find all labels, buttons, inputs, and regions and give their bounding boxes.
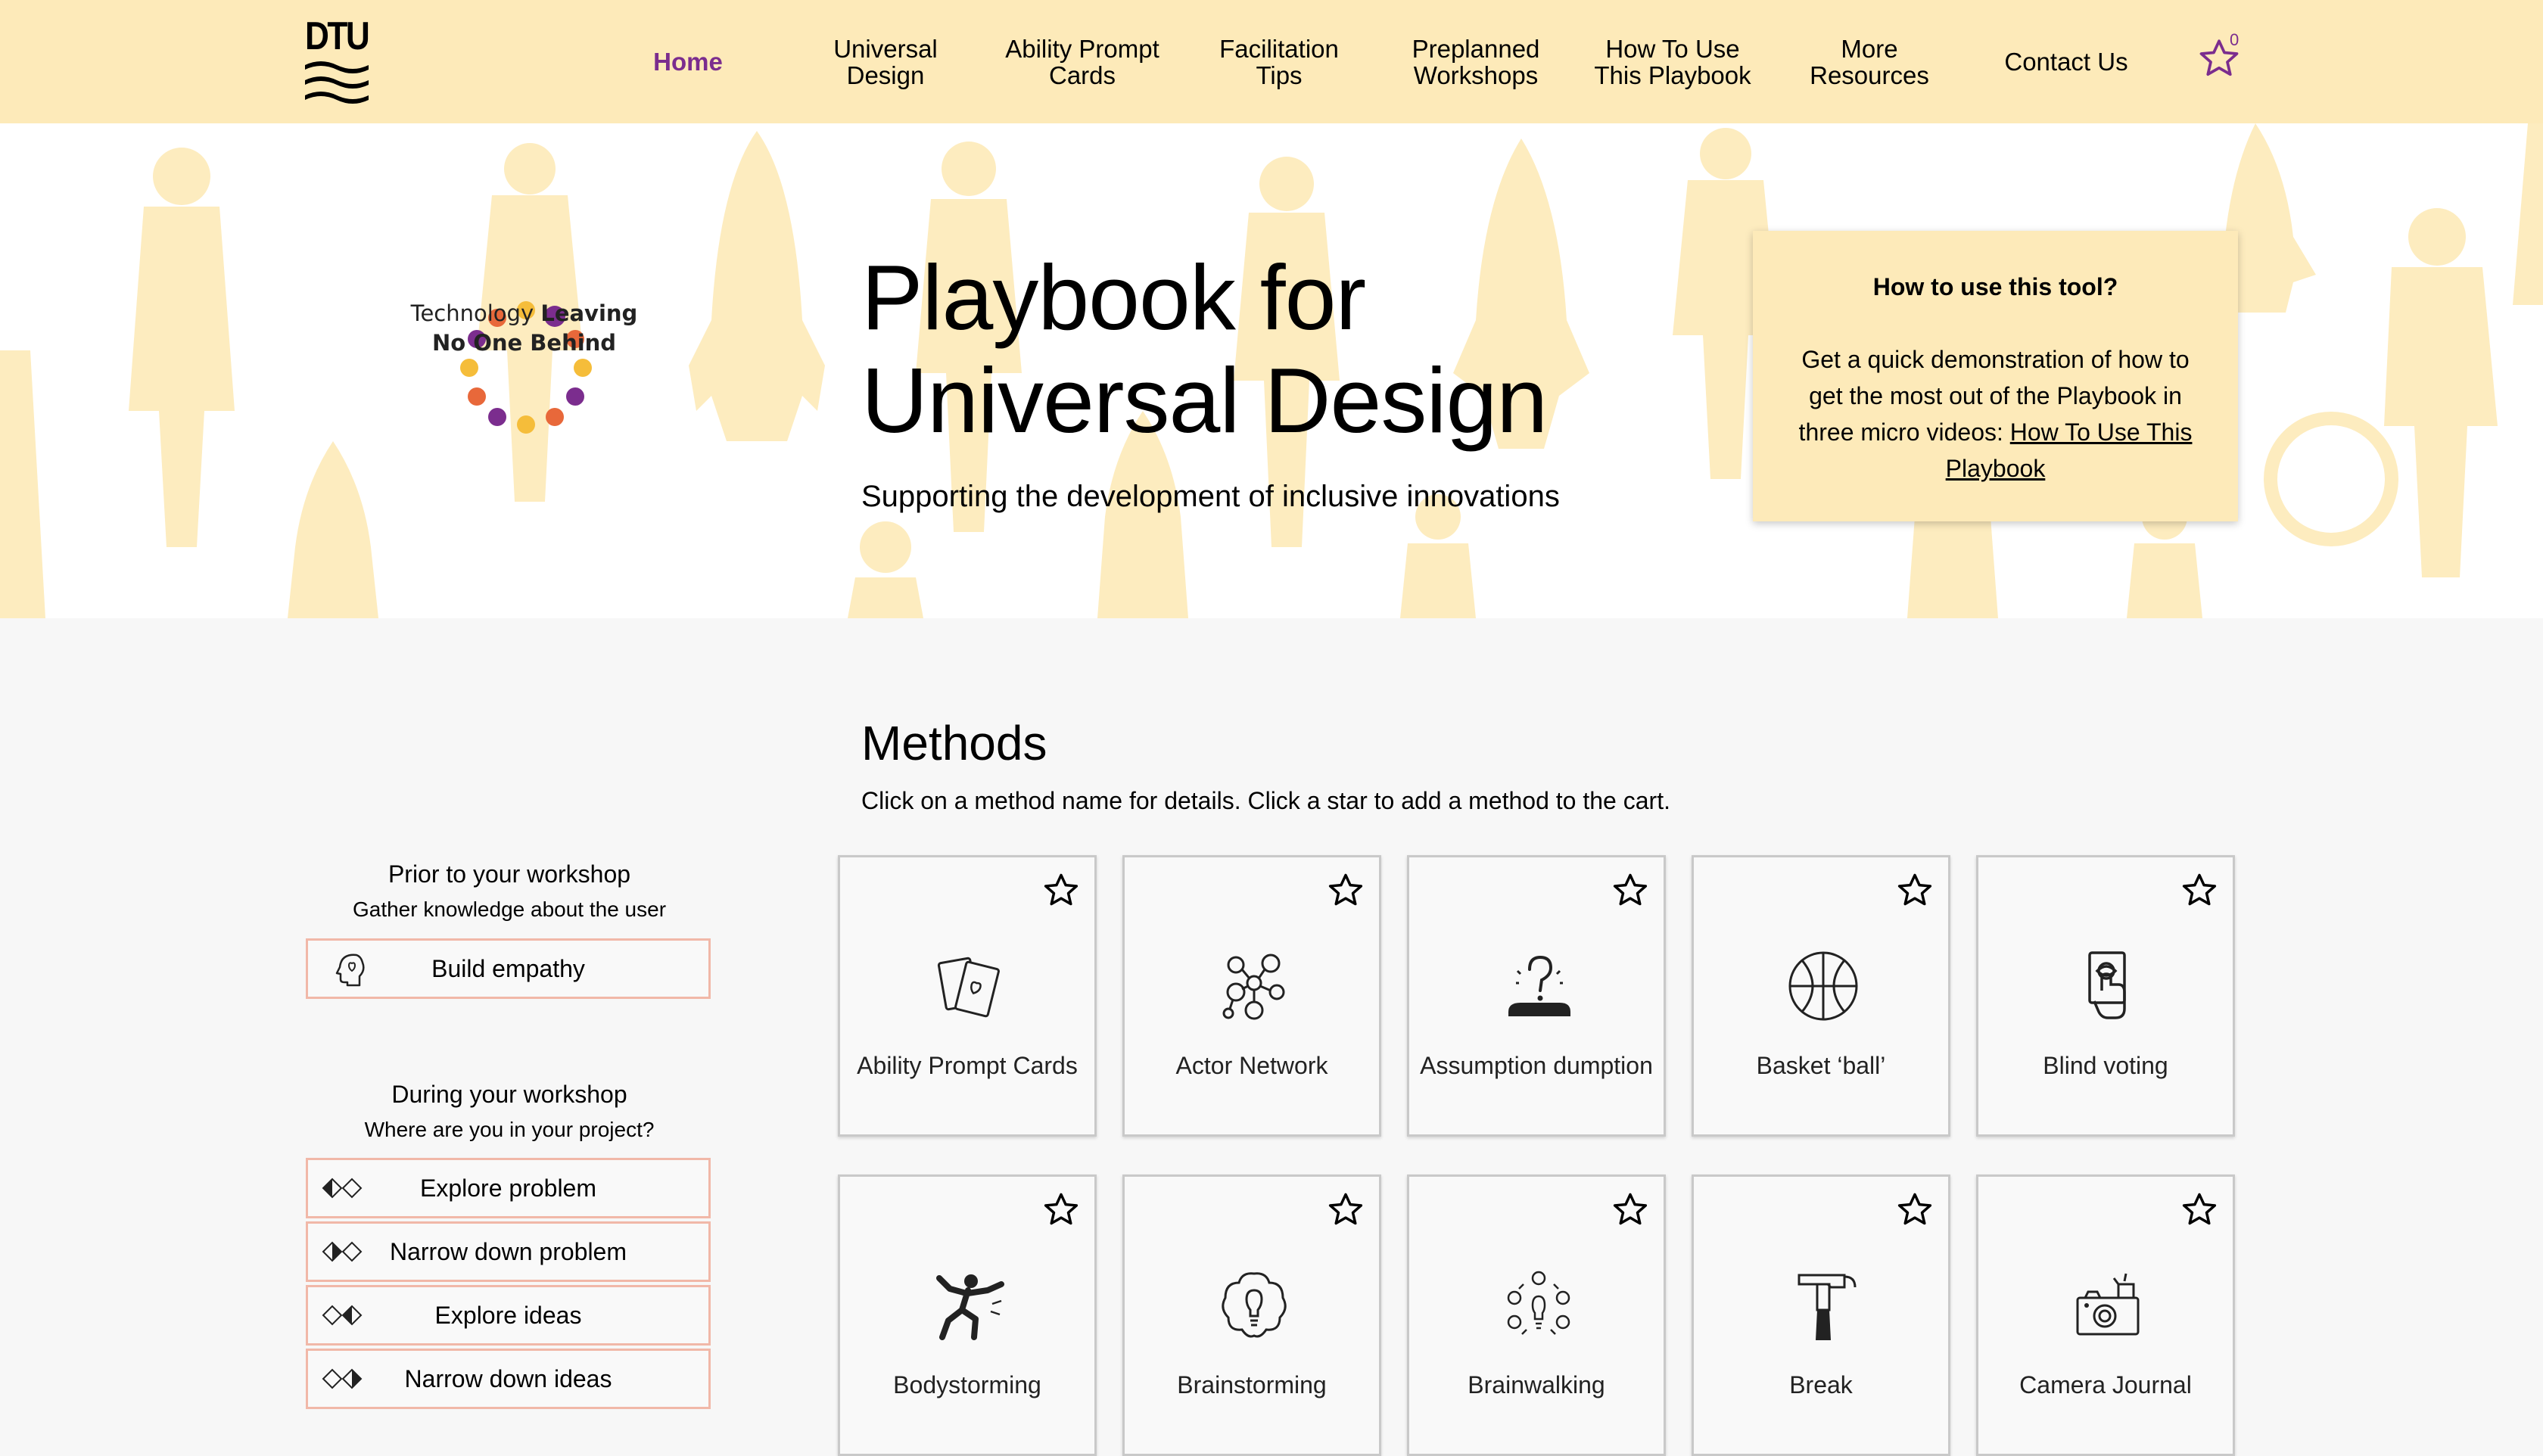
star-outline-icon[interactable] <box>1041 871 1081 910</box>
star-outline-icon[interactable] <box>1611 871 1650 910</box>
diamond-phase-1-icon <box>322 1178 363 1199</box>
phase-explore-ideas-button[interactable]: Explore ideas <box>306 1285 711 1346</box>
narrow-problem-label: Narrow down problem <box>389 1237 627 1265</box>
nav-facilitation-tips[interactable]: Facilitation Tips <box>1203 0 1355 123</box>
question-icon <box>1508 955 1570 1016</box>
phase-explore-problem-button[interactable]: Explore problem <box>306 1158 711 1218</box>
nav-preplanned-workshops[interactable]: Preplanned Workshops <box>1400 0 1552 123</box>
top-navigation-bar: DTU Home Universal Design Ability Prompt… <box>0 0 2543 123</box>
help-card-body: Get a quick demonstration of how to get … <box>1791 341 2200 487</box>
methods-instructions: Click on a method name for details. Clic… <box>861 787 1670 814</box>
method-card-basket-ball[interactable]: Basket ‘ball’ <box>1692 855 1950 1137</box>
nav-contact-us[interactable]: Contact Us <box>1991 0 2142 123</box>
build-empathy-label: Build empathy <box>431 954 585 982</box>
voting-icon <box>2088 951 2126 1019</box>
tlnb-tagline: Technology Leaving No One Behind <box>409 299 640 358</box>
page-title-line2: Universal Design <box>861 349 1548 452</box>
hammer-icon <box>1798 1274 1857 1340</box>
page-title: Playbook for Universal Design <box>861 246 1548 452</box>
phase-narrow-problem-button[interactable]: Narrow down problem <box>306 1221 711 1282</box>
star-outline-icon[interactable] <box>1041 1190 1081 1230</box>
explore-problem-label: Explore problem <box>420 1174 596 1202</box>
star-outline-icon[interactable] <box>1611 1190 1650 1230</box>
method-name[interactable]: Assumption dumption <box>1417 1053 1656 1079</box>
help-card: How to use this tool? Get a quick demons… <box>1753 231 2238 521</box>
method-name[interactable]: Break <box>1701 1372 1941 1398</box>
basketball-icon <box>1788 951 1858 1021</box>
method-card-actor-network[interactable]: Actor Network <box>1122 855 1381 1137</box>
during-workshop-heading: During your workshop <box>391 1081 627 1108</box>
method-card-brainstorming[interactable]: Brainstorming <box>1122 1174 1381 1456</box>
cards-icon <box>937 957 1000 1018</box>
method-name[interactable]: Brainwalking <box>1417 1372 1656 1398</box>
cart-count-badge: 0 <box>2230 30 2240 49</box>
tlnb-line2: No One Behind <box>431 330 617 356</box>
empathy-head-icon <box>335 954 365 987</box>
page-title-line1: Playbook for <box>861 246 1366 349</box>
method-card-break[interactable]: Break <box>1692 1174 1950 1456</box>
methods-heading: Methods <box>861 716 1047 770</box>
tlnb-line1-bold: Leaving <box>540 300 638 326</box>
nav-universal-design[interactable]: Universal Design <box>817 0 954 123</box>
method-card-ability-prompt-cards[interactable]: Ability Prompt Cards <box>838 855 1097 1137</box>
narrow-ideas-label: Narrow down ideas <box>404 1364 612 1392</box>
dtu-waves-icon <box>305 61 369 104</box>
diamond-phase-4-icon <box>322 1368 363 1389</box>
page-subtitle: Supporting the development of inclusive … <box>861 480 1560 513</box>
nav-home[interactable]: Home <box>640 0 736 123</box>
phase-narrow-ideas-button[interactable]: Narrow down ideas <box>306 1349 711 1409</box>
method-card-camera-journal[interactable]: Camera Journal <box>1976 1174 2235 1456</box>
method-card-assumption-dumption[interactable]: Assumption dumption <box>1407 855 1666 1137</box>
during-workshop-subheading: Where are you in your project? <box>364 1118 655 1141</box>
nav-more-resources[interactable]: More Resources <box>1794 0 1945 123</box>
brainwalk-icon <box>1507 1271 1570 1335</box>
method-card-bodystorming[interactable]: Bodystorming <box>838 1174 1097 1456</box>
method-name[interactable]: Bodystorming <box>848 1372 1087 1398</box>
nav-how-to-use[interactable]: How To Use This Playbook <box>1589 0 1756 123</box>
help-card-title: How to use this tool? <box>1872 273 2118 300</box>
method-name[interactable]: Blind voting <box>1986 1053 2225 1079</box>
star-outline-icon[interactable] <box>1326 1190 1365 1230</box>
method-name[interactable]: Camera Journal <box>1986 1372 2225 1398</box>
star-outline-icon[interactable] <box>2180 1190 2219 1230</box>
nav-ability-prompt-cards[interactable]: Ability Prompt Cards <box>999 0 1166 123</box>
prior-workshop-heading: Prior to your workshop <box>388 860 631 888</box>
dtu-logo-text: DTU <box>305 14 370 58</box>
body-icon <box>936 1274 1004 1340</box>
diamond-phase-2-icon <box>322 1241 363 1262</box>
method-card-blind-voting[interactable]: Blind voting <box>1976 855 2235 1137</box>
explore-ideas-label: Explore ideas <box>434 1301 582 1329</box>
method-name[interactable]: Ability Prompt Cards <box>848 1053 1087 1079</box>
prior-workshop-subheading: Gather knowledge about the user <box>352 898 667 921</box>
tlnb-line1-plain: Technology <box>410 300 541 326</box>
diamond-phase-3-icon <box>322 1305 363 1326</box>
hero-banner: Technology Leaving No One Behind Playboo… <box>0 123 2543 618</box>
star-outline-icon[interactable] <box>1895 871 1934 910</box>
method-name[interactable]: Brainstorming <box>1132 1372 1371 1398</box>
method-card-brainwalking[interactable]: Brainwalking <box>1407 1174 1666 1456</box>
build-empathy-button[interactable]: Build empathy <box>306 938 711 999</box>
camera-icon <box>2076 1273 2140 1336</box>
star-outline-icon[interactable] <box>1895 1190 1934 1230</box>
brain-icon <box>1222 1272 1287 1338</box>
star-outline-icon[interactable] <box>1326 871 1365 910</box>
method-name[interactable]: Actor Network <box>1132 1053 1371 1079</box>
network-icon <box>1222 954 1285 1020</box>
star-outline-icon[interactable] <box>2180 871 2219 910</box>
dtu-logo[interactable]: DTU <box>305 14 370 110</box>
method-name[interactable]: Basket ‘ball’ <box>1701 1053 1941 1079</box>
